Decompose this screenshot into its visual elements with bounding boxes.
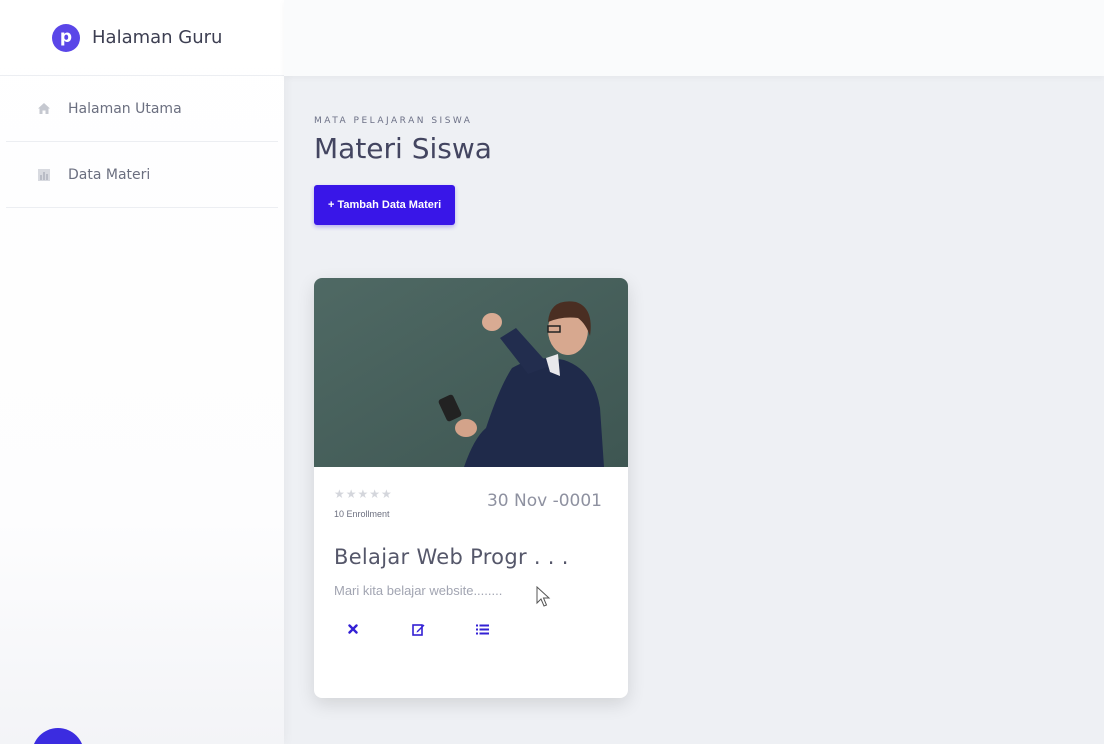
brand-logo-icon: p <box>52 23 80 52</box>
top-bar <box>284 0 1104 76</box>
home-icon <box>36 101 52 117</box>
brand-title: Halaman Guru <box>92 27 223 48</box>
brand[interactable]: p Halaman Guru <box>0 0 284 76</box>
sidebar-item-label: Data Materi <box>68 166 151 183</box>
mouse-cursor-icon <box>536 586 551 607</box>
delete-icon[interactable] <box>348 618 382 640</box>
sidebar-item-label: Halaman Utama <box>68 100 182 117</box>
card-body: ★★★★★ 30 Nov -0001 10 Enrollment Belajar… <box>314 467 628 640</box>
card-actions <box>334 618 628 640</box>
course-date: 30 Nov -0001 <box>486 491 602 511</box>
main-header: MATA PELAJARAN SISWA Materi Siswa + Tamb… <box>314 116 492 225</box>
course-title[interactable]: Belajar Web Progr . . . <box>334 545 628 569</box>
list-icon[interactable] <box>476 618 510 640</box>
sidebar: p Halaman Guru Halaman Utama Data Materi <box>0 0 284 744</box>
course-image <box>314 278 628 467</box>
course-description: Mari kita belajar website........ <box>334 583 503 598</box>
course-card[interactable]: ★★★★★ 30 Nov -0001 10 Enrollment Belajar… <box>314 278 628 698</box>
sidebar-item-data-materi[interactable]: Data Materi <box>6 142 278 208</box>
sidebar-item-halaman-utama[interactable]: Halaman Utama <box>6 76 278 142</box>
floating-action-button[interactable] <box>32 728 84 744</box>
chart-icon <box>36 167 52 183</box>
page-subtitle: MATA PELAJARAN SISWA <box>314 116 473 126</box>
brand-logo-letter: p <box>59 27 73 47</box>
edit-icon[interactable] <box>412 618 446 640</box>
page-title: Materi Siswa <box>314 132 492 165</box>
add-materi-button[interactable]: + Tambah Data Materi <box>314 185 456 225</box>
